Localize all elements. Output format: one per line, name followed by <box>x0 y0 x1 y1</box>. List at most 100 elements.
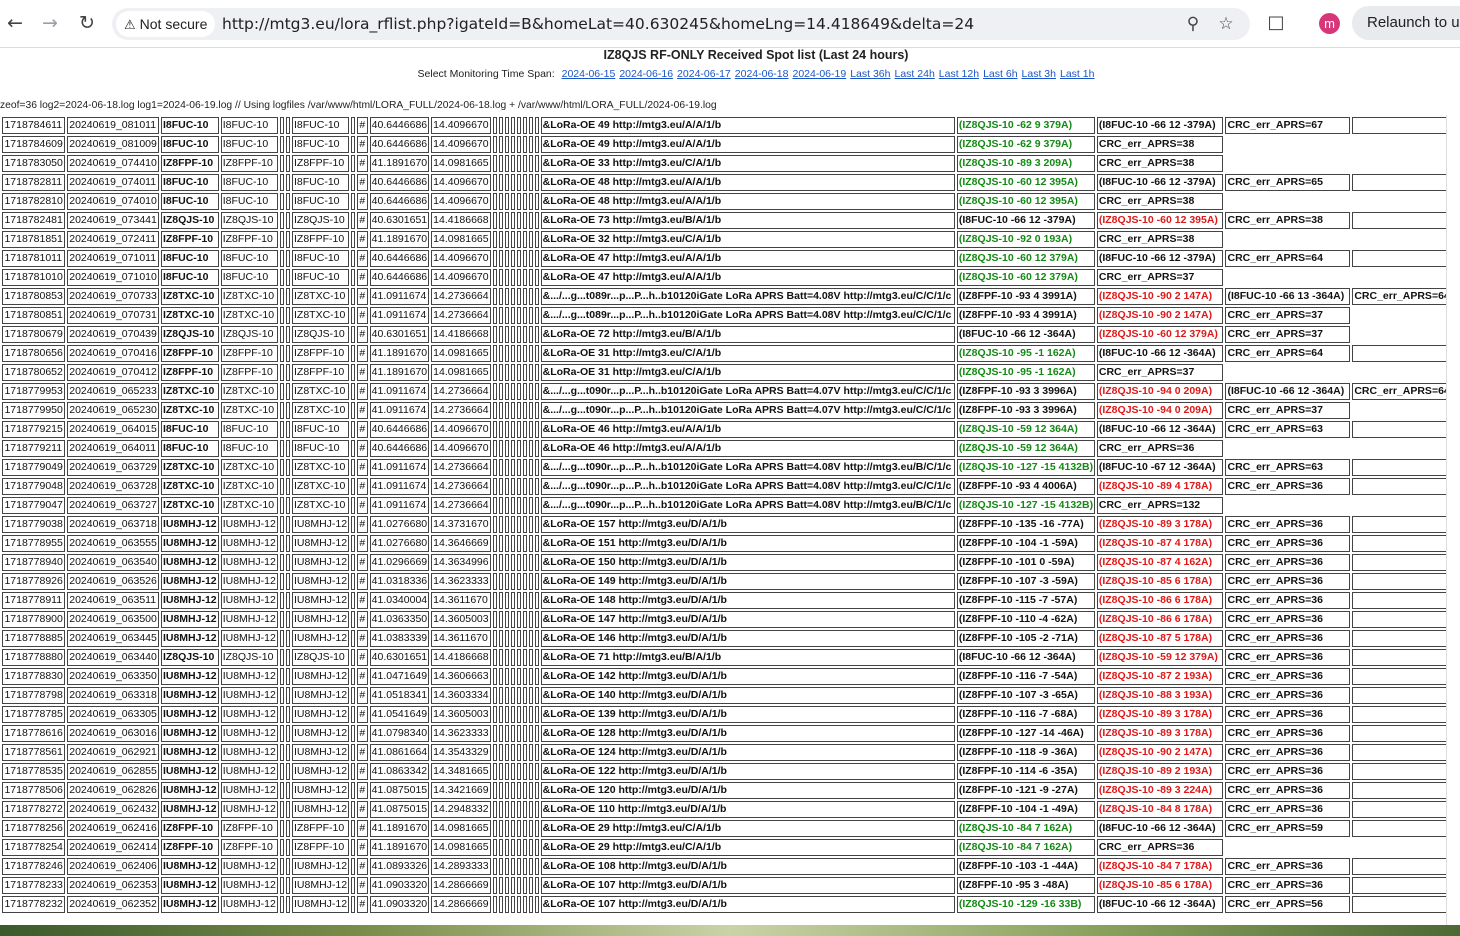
time-span-link[interactable]: Last 1h <box>1060 68 1094 80</box>
empty-cell <box>504 440 509 457</box>
reception-cell: (I8FUC-10 -66 12 -364A) <box>1225 383 1351 400</box>
latitude-cell: 41.0863342 <box>369 763 430 780</box>
empty-cell <box>498 801 503 818</box>
callsign-cell: IU8MHJ-12 <box>292 668 350 685</box>
message-cell: &LoRa-OE 108 http://mtg3.eu/D/A/1/b <box>540 858 955 875</box>
reception-cell: (IZ8FPF-10 -107 -3 -59A) <box>956 573 1095 590</box>
longitude-cell: 14.4096670 <box>431 440 491 457</box>
empty-cell <box>510 592 515 609</box>
empty-cell <box>522 307 527 324</box>
message-cell: &LoRa-OE 157 http://mtg3.eu/D/A/1/b <box>540 516 955 533</box>
profile-avatar[interactable]: m <box>1319 13 1340 34</box>
empty-cell <box>504 573 509 590</box>
empty-cell <box>516 535 521 552</box>
hash-cell: # <box>357 763 368 780</box>
empty-cell <box>504 459 509 476</box>
message-cell: &.../...g...t090r...p...P...h..b10120iGa… <box>540 402 955 419</box>
time-span-link[interactable]: Last 12h <box>939 68 979 80</box>
reception-cell <box>1352 174 1452 191</box>
time-span-link[interactable]: Last 24h <box>895 68 935 80</box>
latitude-cell: 41.0911674 <box>369 402 430 419</box>
empty-cell <box>528 839 533 856</box>
reception-cell <box>1352 554 1452 571</box>
callsign-cell: IZ8FPF-10 <box>292 364 350 381</box>
reception-cell: (IZ8QJS-10 -60 12 395A) <box>956 174 1095 191</box>
message-cell: &.../...g...t089r...p...P...h..b10120iGa… <box>540 307 955 324</box>
callsign-cell: I8FUC-10 <box>292 174 350 191</box>
message-cell: &LoRa-OE 71 http://mtg3.eu/B/A/1/b <box>540 649 955 666</box>
table-row: 1718778272 20240619_062432 IU8MHJ-12 IU8MHJ… <box>0 801 1452 818</box>
latitude-cell: 41.0911674 <box>369 307 430 324</box>
url-text[interactable]: http://mtg3.eu/lora_rflist.php?igateId=B… <box>222 8 974 40</box>
empty-cell <box>510 231 515 248</box>
bookmark-star-icon[interactable]: ☆ <box>1213 11 1239 37</box>
empty-cell <box>528 459 533 476</box>
reload-icon[interactable]: ↻ <box>74 10 100 36</box>
time-span-link[interactable]: 2024-06-16 <box>619 68 673 80</box>
reception-cell: (IZ8QJS-10 -84 7 178A) <box>1096 858 1224 875</box>
empty-cell <box>492 592 497 609</box>
longitude-cell: 14.2736664 <box>431 288 491 305</box>
message-cell: &LoRa-OE 72 http://mtg3.eu/B/A/1/b <box>540 326 955 343</box>
reception-cell: CRC_err_APRS=37 <box>1225 307 1351 324</box>
security-chip[interactable]: ⚠ Not secure <box>116 11 216 37</box>
time-span-link[interactable]: Last 36h <box>850 68 890 80</box>
back-arrow-icon[interactable]: ← <box>2 10 28 36</box>
empty-cell <box>351 345 356 362</box>
callsign-cell: IU8MHJ-12 <box>292 744 350 761</box>
empty-cell <box>280 858 284 875</box>
empty-cell <box>528 212 533 229</box>
time-span-link[interactable]: 2024-06-18 <box>735 68 789 80</box>
callsign-cell: I8FUC-10 <box>292 193 350 210</box>
empty-cell <box>516 269 521 286</box>
reception-cell: CRC_err_APRS=37 <box>1096 364 1224 381</box>
message-cell: &LoRa-OE 31 http://mtg3.eu/C/A/1/b <box>540 345 955 362</box>
empty-cell <box>528 516 533 533</box>
message-cell: &LoRa-OE 46 http://mtg3.eu/A/A/1/b <box>540 440 955 457</box>
callsign-cell: IZ8QJS-10 <box>160 212 219 229</box>
callsign-cell: I8FUC-10 <box>292 117 350 134</box>
longitude-cell: 14.3421669 <box>431 782 491 799</box>
relaunch-button[interactable]: Relaunch to u <box>1352 6 1460 40</box>
message-cell: &.../...g...t090r...p...P...h..b10120iGa… <box>540 497 955 514</box>
hash-cell: # <box>357 592 368 609</box>
vertical-scrollbar[interactable] <box>1446 115 1460 936</box>
empty-cell <box>280 421 284 438</box>
time-span-link[interactable]: 2024-06-15 <box>562 68 616 80</box>
datetime-cell: 20240619_070412 <box>67 364 159 381</box>
callsign-cell: IZ8FPF-10 <box>292 231 350 248</box>
message-cell: &LoRa-OE 146 http://mtg3.eu/D/A/1/b <box>540 630 955 647</box>
empty-cell <box>534 877 539 894</box>
empty-cell <box>528 307 533 324</box>
latitude-cell: 41.0541649 <box>369 706 430 723</box>
table-row: 1718778940 20240619_063540 IU8MHJ-12 IU8MHJ… <box>0 554 1452 571</box>
time-span-link[interactable]: Last 3h <box>1022 68 1056 80</box>
empty-cell <box>522 896 527 913</box>
empty-cell <box>516 858 521 875</box>
datetime-cell: 20240619_063440 <box>67 649 159 666</box>
zoom-search-icon[interactable]: ⚲ <box>1180 11 1206 37</box>
message-cell: &LoRa-OE 47 http://mtg3.eu/A/A/1/b <box>540 250 955 267</box>
empty-cell <box>522 193 527 210</box>
hash-cell: # <box>357 250 368 267</box>
time-span-link[interactable]: 2024-06-19 <box>792 68 846 80</box>
address-bar[interactable]: ⚠ Not secure http://mtg3.eu/lora_rflist.p… <box>112 8 1250 40</box>
forward-arrow-icon[interactable]: → <box>37 10 63 36</box>
table-row: 1718779215 20240619_064015 I8FUC-10 I8FUC-1… <box>0 421 1452 438</box>
reception-cell: CRC_err_APRS=36 <box>1225 801 1351 818</box>
extensions-puzzle-icon[interactable]: □ <box>1263 10 1289 36</box>
timestamp-cell: 1718782810 <box>2 193 66 210</box>
time-span-link[interactable]: Last 6h <box>983 68 1017 80</box>
empty-cell <box>498 440 503 457</box>
timestamp-cell: 1718784611 <box>2 117 66 134</box>
reception-cell: (IZ8QJS-10 -127 -15 4132B) <box>956 497 1095 514</box>
empty-cell <box>510 402 515 419</box>
reception-cell: (IZ8QJS-10 -62 9 379A) <box>956 117 1095 134</box>
time-span-link[interactable]: 2024-06-17 <box>677 68 731 80</box>
empty-cell <box>498 155 503 172</box>
empty-cell <box>504 326 509 343</box>
datetime-cell: 20240619_064015 <box>67 421 159 438</box>
hash-cell: # <box>357 155 368 172</box>
reception-cell <box>1352 573 1452 590</box>
empty-cell <box>504 269 509 286</box>
